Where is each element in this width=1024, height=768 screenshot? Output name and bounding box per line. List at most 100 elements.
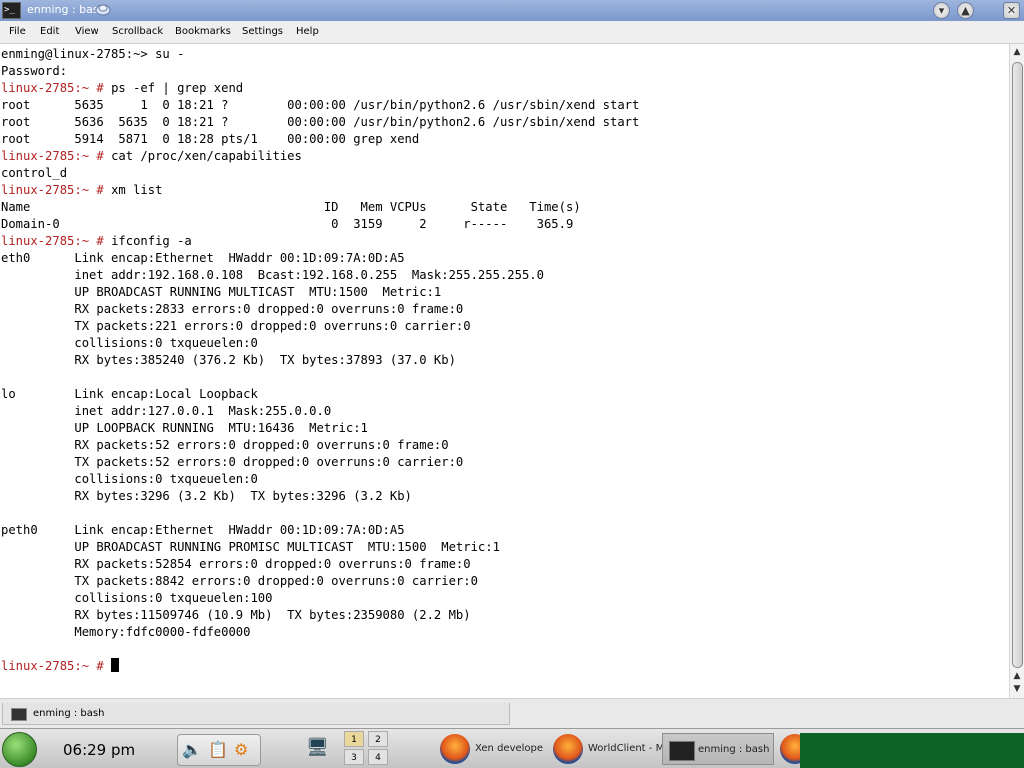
terminal-output-line: UP BROADCAST RUNNING MULTICAST MTU:1500 … [1,285,441,299]
output-text: Domain-0 0 3159 2 r----- 365.9 [1,217,574,231]
terminal-icon: >_ [2,2,21,19]
terminal-output-line: RX bytes:3296 (3.2 Kb) TX bytes:3296 (3.… [1,489,412,503]
update-gear-icon[interactable]: ⚙ [234,740,248,760]
maximize-button[interactable]: ▲ [957,2,974,19]
output-text: RX bytes:3296 (3.2 Kb) TX bytes:3296 (3.… [1,489,412,503]
terminal-output-line: RX packets:2833 errors:0 dropped:0 overr… [1,302,463,316]
command-text: cat /proc/xen/capabilities [111,149,302,163]
kickoff-menu-button[interactable] [2,732,37,767]
output-text: root 5636 5635 0 18:21 ? 00:00:00 /usr/b… [1,115,640,129]
task-xen-developer[interactable]: Xen develope [440,733,545,765]
pager-desktop-1[interactable]: 1 [344,731,364,747]
text-cursor [111,658,120,672]
show-desktop-icon[interactable]: 🖥 [306,737,336,761]
system-tray: 🔈 📋 ⚙ [177,734,261,766]
minimize-button[interactable]: ▾ [933,2,950,19]
clock[interactable]: 06:29 pm [63,741,135,759]
terminal-icon [669,741,695,761]
output-text: collisions:0 txqueuelen:0 [1,472,258,486]
window-titlebar[interactable]: >_ enming : bash ▾ ▲ ✕ [0,0,1024,21]
pager-desktop-2[interactable]: 2 [368,731,388,747]
output-text: RX packets:2833 errors:0 dropped:0 overr… [1,302,464,316]
terminal-output-line: TX packets:8842 errors:0 dropped:0 overr… [1,574,478,588]
output-text: RX bytes:385240 (376.2 Kb) TX bytes:3789… [1,353,456,367]
output-text: TX packets:52 errors:0 dropped:0 overrun… [1,455,464,469]
terminal-output-line: UP BROADCAST RUNNING PROMISC MULTICAST M… [1,540,500,554]
terminal-icon [11,708,27,721]
scroll-up-icon[interactable]: ▲ [1010,46,1024,58]
terminal-command-line: linux-2785:~ # ps -ef | grep xend [1,81,243,95]
task-label: Xen develope [475,743,544,754]
output-text: RX packets:52854 errors:0 dropped:0 over… [1,557,471,571]
shell-prompt: linux-2785:~ # [1,183,112,197]
pin-icon[interactable] [94,1,112,17]
terminal-output-line: RX packets:52 errors:0 dropped:0 overrun… [1,438,449,452]
menu-bookmarks[interactable]: Bookmarks [175,26,231,37]
terminal-output-line: root 5914 5871 0 18:28 pts/1 00:00:00 gr… [1,132,419,146]
firefox-icon [780,734,800,764]
terminal-command-line: linux-2785:~ # [1,658,120,673]
pager-desktop-3[interactable]: 3 [344,749,364,765]
shell-prompt: linux-2785:~ # [1,234,112,248]
terminal-output-line: RX bytes:11509746 (10.9 Mb) TX bytes:235… [1,608,470,622]
taskbar-accent-area [800,733,1024,768]
output-text: Memory:fdfc0000-fdfe0000 [1,625,251,639]
menu-file[interactable]: File [9,26,26,37]
output-text: eth0 Link encap:Ethernet HWaddr 00:1D:09… [1,251,405,265]
scroll-up-bottom-icon[interactable]: ▲ [1010,670,1024,682]
terminal-output-line: eth0 Link encap:Ethernet HWaddr 00:1D:09… [1,251,405,265]
taskbar: 06:29 pm 🔈 📋 ⚙ 🖥 1 2 3 4 Xen develope Wo… [0,728,1024,768]
session-tab[interactable]: enming : bash [2,703,510,725]
output-text: RX packets:52 errors:0 dropped:0 overrun… [1,438,449,452]
output-text: inet addr:127.0.0.1 Mask:255.0.0.0 [1,404,332,418]
firefox-icon [553,734,583,764]
output-text: peth0 Link encap:Ethernet HWaddr 00:1D:0… [1,523,405,537]
terminal-output-line: collisions:0 txqueuelen:0 [1,336,257,350]
terminal-output-line: UP LOOPBACK RUNNING MTU:16436 Metric:1 [1,421,368,435]
output-text: UP LOOPBACK RUNNING MTU:16436 Metric:1 [1,421,368,435]
scroll-down-icon[interactable]: ▼ [1010,683,1024,695]
vertical-scrollbar[interactable]: ▲ ▲ ▼ [1009,44,1024,698]
terminal-command-line: linux-2785:~ # ifconfig -a [1,234,192,248]
terminal-output-line: collisions:0 txqueuelen:0 [1,472,258,486]
close-button[interactable]: ✕ [1003,2,1020,19]
terminal-area[interactable]: enming@linux-2785:~> su - Password: linu… [0,44,1009,698]
terminal-output-line: RX bytes:385240 (376.2 Kb) TX bytes:3789… [1,353,456,367]
menu-bar: File Edit View Scrollback Bookmarks Sett… [0,21,1024,44]
command-text: ifconfig -a [111,234,192,248]
terminal-output-line: enming@linux-2785:~> su - [1,47,184,61]
task-partial[interactable] [780,733,800,765]
terminal-output-line: TX packets:221 errors:0 dropped:0 overru… [1,319,470,333]
output-text: Name ID Mem VCPUs State Time(s) [1,200,581,214]
output-text: TX packets:8842 errors:0 dropped:0 overr… [1,574,478,588]
terminal-command-line: linux-2785:~ # xm list [1,183,162,197]
command-text: xm list [111,183,163,197]
menu-settings[interactable]: Settings [242,26,283,37]
scrollbar-thumb[interactable] [1012,62,1023,668]
output-text: Password: [1,64,68,78]
clipboard-icon[interactable]: 📋 [208,740,228,760]
shell-prompt: linux-2785:~ # [1,149,112,163]
menu-view[interactable]: View [75,26,99,37]
task-worldclient[interactable]: WorldClient - M [553,733,664,765]
shell-prompt: linux-2785:~ # [1,81,112,95]
speaker-icon[interactable]: 🔈 [182,740,202,760]
terminal-output-line: Domain-0 0 3159 2 r----- 365.9 [1,217,573,231]
shell-prompt: linux-2785:~ # [1,659,112,673]
menu-scrollback[interactable]: Scrollback [112,26,163,37]
output-text: collisions:0 txqueuelen:100 [1,591,273,605]
terminal-output-line: root 5635 1 0 18:21 ? 00:00:00 /usr/bin/… [1,98,639,112]
menu-help[interactable]: Help [296,26,319,37]
terminal-output-line: Memory:fdfc0000-fdfe0000 [1,625,250,639]
output-text: enming@linux-2785:~> su - [1,47,185,61]
menu-edit[interactable]: Edit [40,26,59,37]
task-label: enming : bash [698,744,770,755]
task-label: WorldClient - M [588,743,665,754]
terminal-output-line: root 5636 5635 0 18:21 ? 00:00:00 /usr/b… [1,115,639,129]
terminal-output-line: inet addr:127.0.0.1 Mask:255.0.0.0 [1,404,331,418]
output-text: lo Link encap:Local Loopback [1,387,258,401]
task-enming-bash[interactable]: enming : bash [662,733,774,765]
session-tab-label: enming : bash [33,708,105,719]
pager-desktop-4[interactable]: 4 [368,749,388,765]
terminal-command-line: linux-2785:~ # cat /proc/xen/capabilitie… [1,149,302,163]
